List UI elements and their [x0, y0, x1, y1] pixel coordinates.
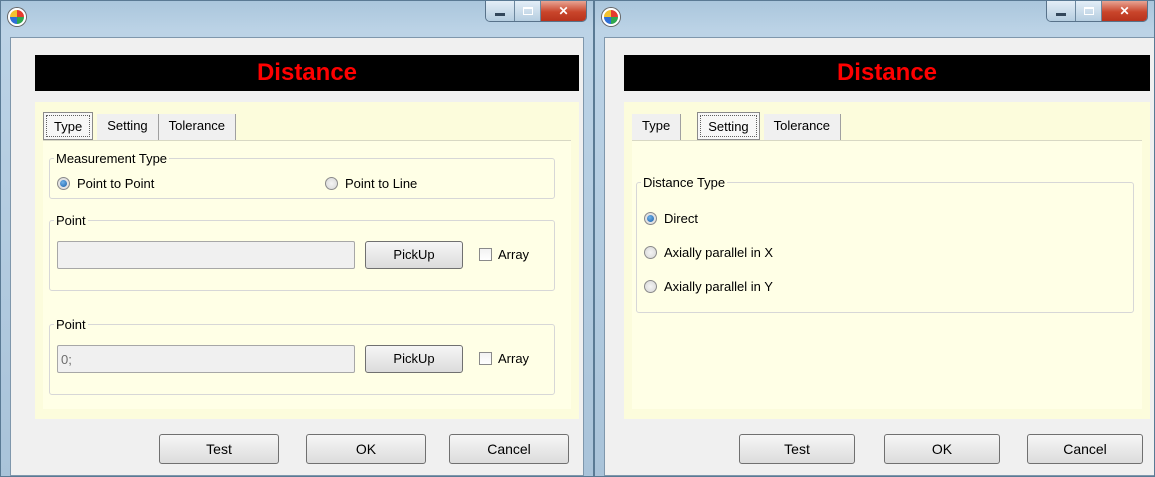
measurement-type-group: Measurement Type	[49, 151, 555, 199]
radio-point-to-line[interactable]: Point to Line	[325, 176, 417, 191]
app-logo-icon[interactable]	[8, 8, 26, 26]
tab-setting[interactable]: Setting	[97, 114, 159, 140]
title-banner: Distance	[624, 55, 1150, 91]
close-icon: ✕	[558, 4, 569, 18]
pickup-button-1[interactable]: PickUp	[365, 241, 463, 269]
title-banner: Distance	[35, 55, 579, 91]
checkbox-label: Array	[498, 351, 530, 366]
tab-strip: Type Setting Tolerance	[632, 110, 842, 140]
radio-indicator[interactable]	[644, 212, 657, 225]
maximize-icon	[522, 7, 533, 15]
radio-label: Axially parallel in X	[664, 245, 774, 260]
distance-type-legend: Distance Type	[643, 175, 726, 190]
title-bar[interactable]: ✕	[1, 1, 593, 37]
radio-label: Point to Line	[345, 176, 418, 191]
array-checkbox-2[interactable]: Array	[479, 351, 529, 366]
ok-button[interactable]: OK	[884, 434, 1000, 464]
cancel-button[interactable]: Cancel	[449, 434, 569, 464]
ok-button[interactable]: OK	[306, 434, 426, 464]
minimize-button[interactable]	[1047, 1, 1075, 21]
test-button[interactable]: Test	[739, 434, 855, 464]
radio-indicator[interactable]	[325, 177, 338, 190]
minimize-icon	[1056, 12, 1066, 16]
radio-point-to-point[interactable]: Point to Point	[57, 176, 154, 191]
radio-axially-parallel-y[interactable]: Axially parallel in Y	[644, 279, 773, 294]
distance-window-setting: ✕ Distance Type Setting Tolerance Distan…	[594, 0, 1155, 477]
radio-label: Axially parallel in Y	[664, 279, 773, 294]
tab-frame: Type Setting Tolerance Distance Type Dir…	[624, 102, 1150, 419]
array-checkbox-1[interactable]: Array	[479, 247, 529, 262]
point-2-field[interactable]	[57, 345, 355, 373]
tab-frame: Type Setting Tolerance Measurement Type …	[35, 102, 579, 419]
point-1-field[interactable]	[57, 241, 355, 269]
checkbox-label: Array	[498, 247, 530, 262]
tab-tolerance[interactable]: Tolerance	[158, 114, 237, 140]
radio-indicator[interactable]	[57, 177, 70, 190]
radio-indicator[interactable]	[644, 246, 657, 259]
window-controls: ✕	[485, 1, 587, 22]
point-legend: Point	[56, 317, 86, 332]
pickup-button-2[interactable]: PickUp	[365, 345, 463, 373]
distance-window-type: ✕ Distance Type Setting Tolerance Measur…	[0, 0, 594, 477]
tab-tolerance[interactable]: Tolerance	[763, 114, 842, 140]
radio-axially-parallel-x[interactable]: Axially parallel in X	[644, 245, 773, 260]
checkbox-box[interactable]	[479, 248, 492, 261]
type-tab-panel: Measurement Type Point to Point Point to…	[43, 140, 571, 409]
radio-label: Direct	[664, 211, 698, 226]
minimize-button[interactable]	[486, 1, 514, 21]
radio-indicator[interactable]	[644, 280, 657, 293]
radio-label: Point to Point	[77, 176, 155, 191]
close-icon: ✕	[1119, 4, 1130, 18]
maximize-icon	[1083, 7, 1094, 15]
tab-type[interactable]: Type	[43, 112, 94, 140]
checkbox-box[interactable]	[479, 352, 492, 365]
app-logo-icon[interactable]	[602, 8, 620, 26]
test-button[interactable]: Test	[159, 434, 279, 464]
maximize-button[interactable]	[1075, 1, 1101, 21]
point-legend: Point	[56, 213, 86, 228]
close-button[interactable]: ✕	[540, 1, 586, 21]
maximize-button[interactable]	[514, 1, 540, 21]
dialog-client: Distance Type Setting Tolerance Measurem…	[10, 37, 584, 476]
title-bar[interactable]: ✕	[595, 1, 1154, 37]
tab-strip: Type Setting Tolerance	[43, 110, 237, 140]
measurement-type-legend: Measurement Type	[56, 151, 168, 166]
minimize-icon	[495, 12, 505, 16]
radio-direct[interactable]: Direct	[644, 211, 698, 226]
close-button[interactable]: ✕	[1101, 1, 1147, 21]
tab-setting[interactable]: Setting	[697, 112, 760, 140]
tab-type[interactable]: Type	[632, 114, 682, 140]
cancel-button[interactable]: Cancel	[1027, 434, 1143, 464]
setting-tab-panel: Distance Type Direct Axially parallel in…	[632, 140, 1142, 409]
window-controls: ✕	[1046, 1, 1148, 22]
dialog-client: Distance Type Setting Tolerance Distance…	[604, 37, 1154, 476]
